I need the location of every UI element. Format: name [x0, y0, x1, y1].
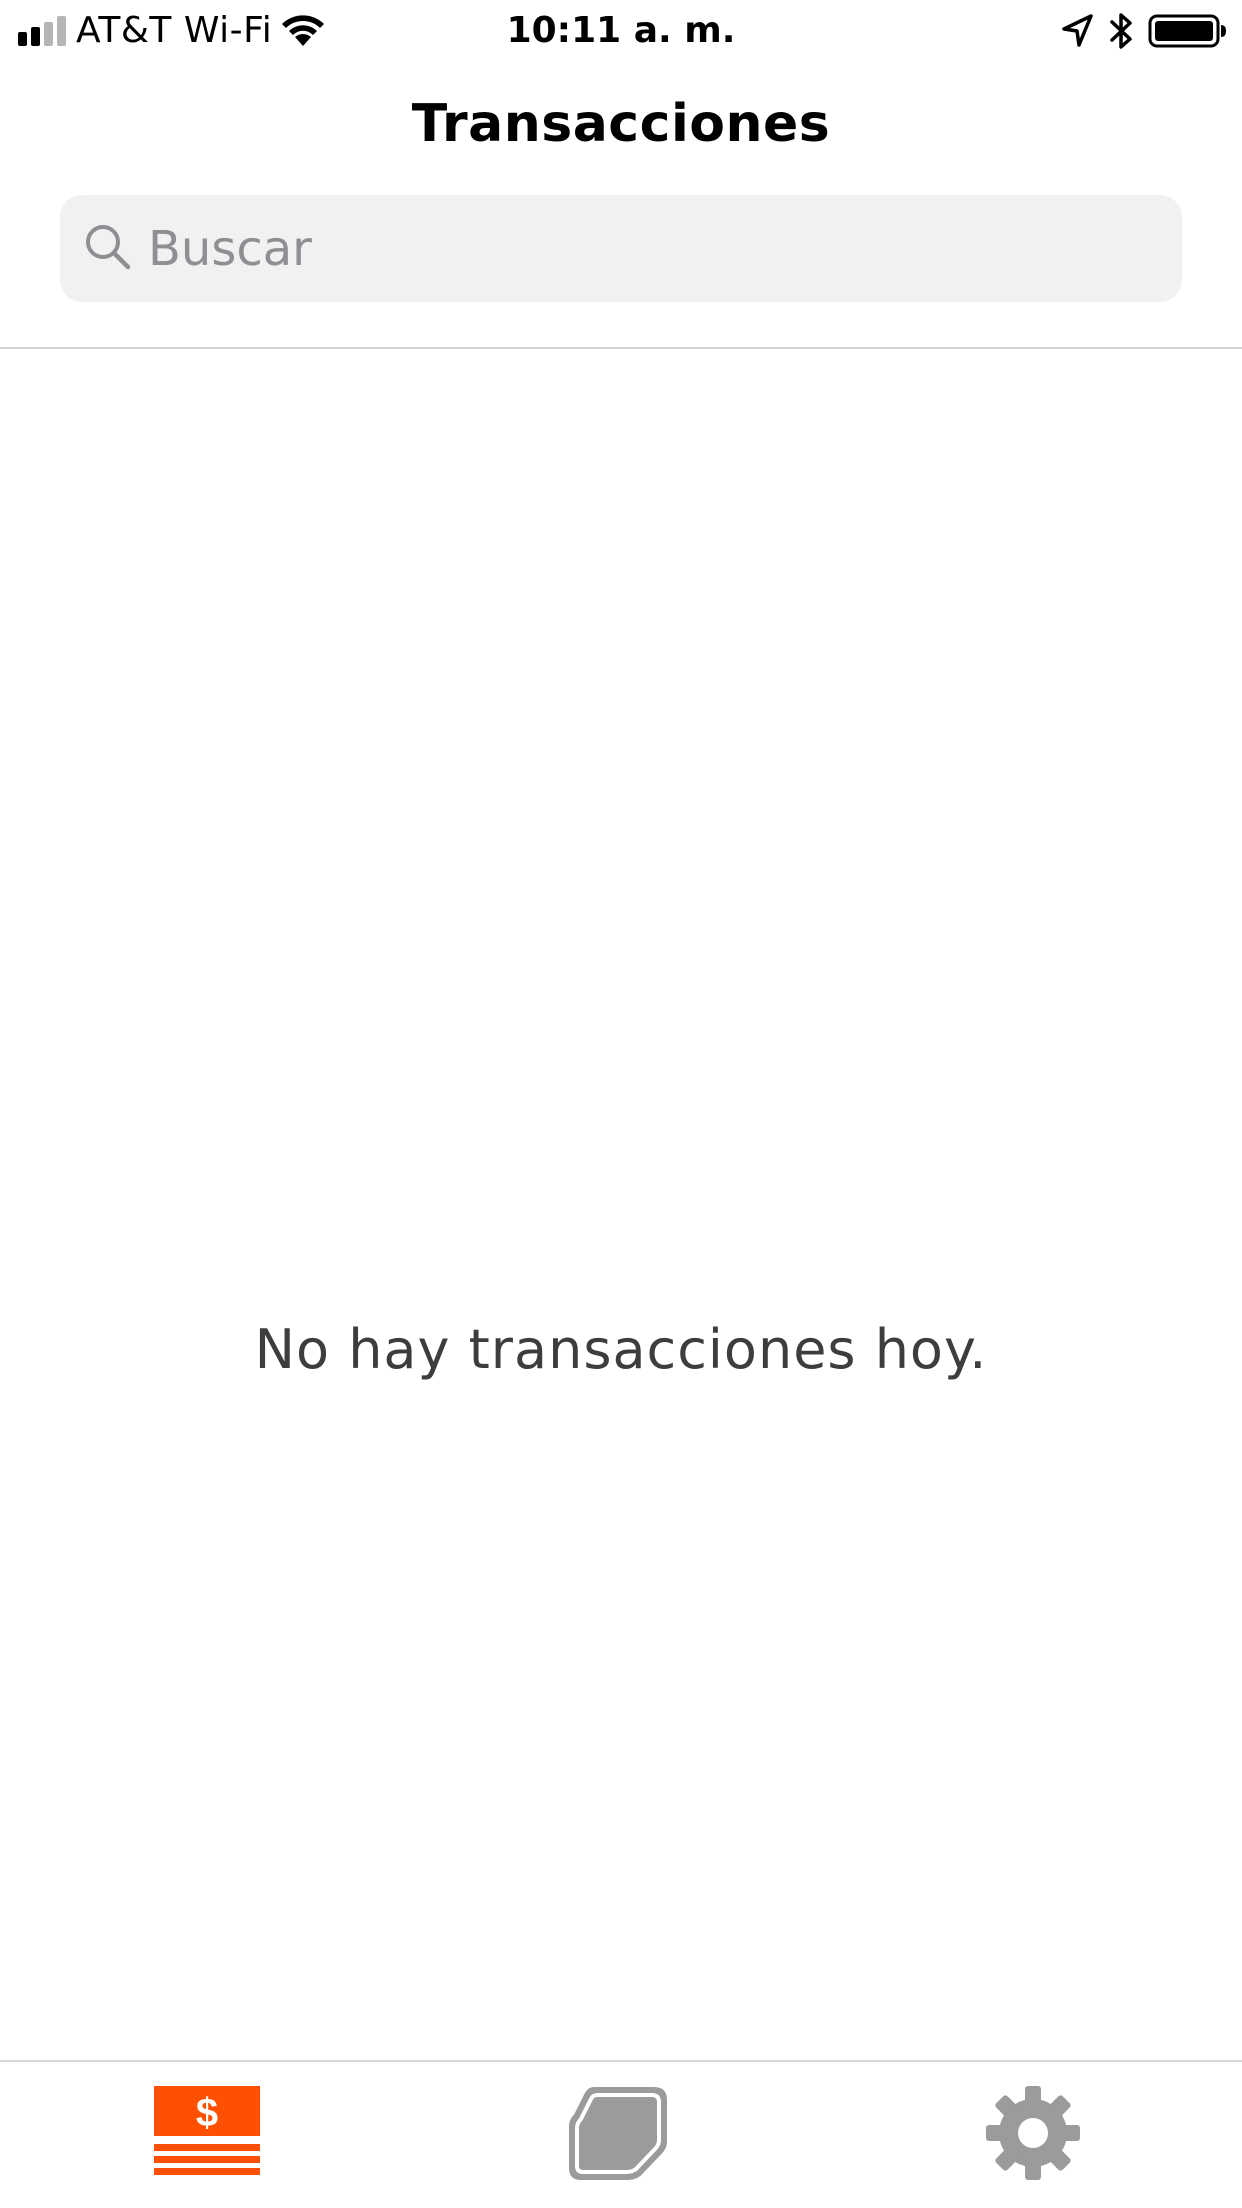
tab-settings[interactable] [828, 2062, 1242, 2208]
tab-bar: $ [0, 2062, 1242, 2208]
battery-icon [1148, 14, 1226, 48]
clock: 10:11 a. m. [506, 10, 736, 51]
tab-card[interactable] [414, 2062, 828, 2208]
status-bar: AT&T Wi-Fi 10:11 a. m. [0, 0, 1242, 62]
dollar-bill-icon: $ [154, 2086, 260, 2175]
card-icon [569, 2087, 667, 2180]
tab-transactions[interactable]: $ [0, 2062, 414, 2208]
page-title: Transacciones [411, 94, 831, 154]
svg-text:$: $ [196, 2091, 218, 2135]
transactions-screen: AT&T Wi-Fi 10:11 a. m. Transacciones No … [0, 0, 1242, 2208]
gear-icon [986, 2086, 1080, 2180]
search-input[interactable] [148, 195, 1148, 302]
empty-state-message: No hay transacciones hoy. [254, 1318, 988, 1381]
search-bar[interactable] [60, 195, 1182, 302]
bluetooth-icon [1110, 13, 1132, 49]
location-arrow-icon [1062, 14, 1093, 47]
header-divider [0, 347, 1242, 349]
search-icon [86, 225, 131, 270]
